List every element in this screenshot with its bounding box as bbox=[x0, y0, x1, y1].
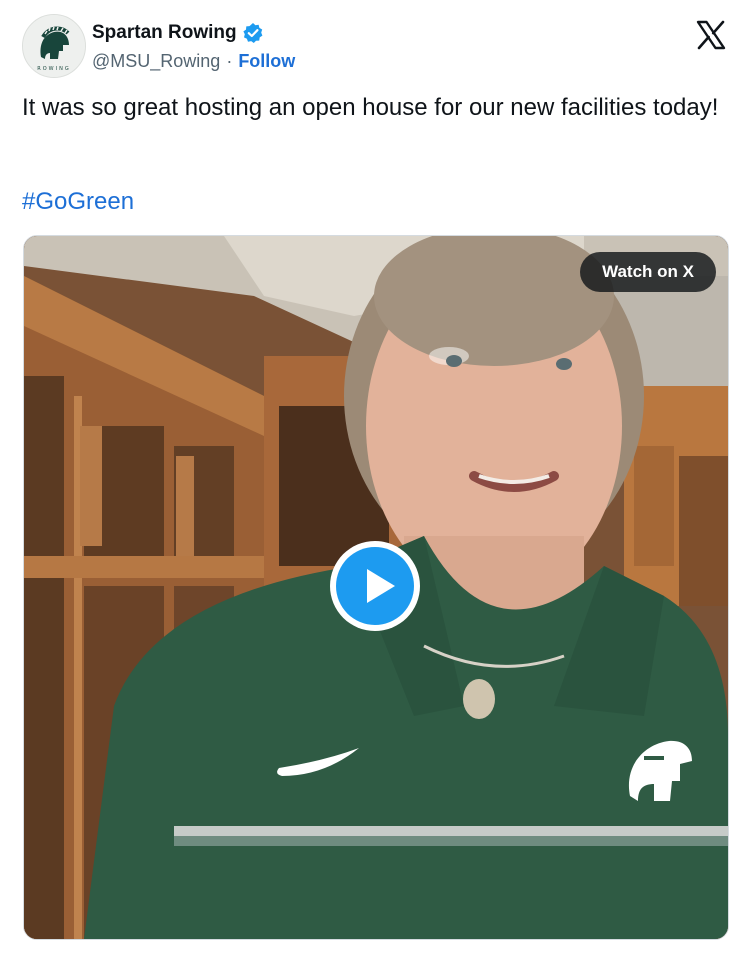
display-name[interactable]: Spartan Rowing bbox=[92, 22, 237, 44]
follow-button[interactable]: Follow bbox=[238, 51, 295, 72]
account-names: Spartan Rowing @MSU_Rowing · Follow bbox=[92, 20, 295, 74]
post-header: ROWING Spartan Rowing @MSU_Rowing · Foll… bbox=[22, 14, 728, 78]
embedded-post: ROWING Spartan Rowing @MSU_Rowing · Foll… bbox=[0, 0, 750, 960]
svg-text:ROWING: ROWING bbox=[37, 66, 70, 72]
x-logo-icon[interactable] bbox=[696, 20, 726, 50]
video-player[interactable]: Watch on X bbox=[23, 235, 729, 940]
separator-dot: · bbox=[226, 50, 233, 71]
account-handle[interactable]: @MSU_Rowing bbox=[92, 51, 220, 72]
play-icon bbox=[367, 569, 395, 603]
spartan-helmet-icon: ROWING bbox=[23, 15, 85, 77]
display-name-row: Spartan Rowing bbox=[92, 20, 295, 46]
watch-on-x-button[interactable]: Watch on X bbox=[580, 252, 716, 292]
play-button[interactable] bbox=[330, 541, 420, 631]
play-button-fill bbox=[336, 547, 414, 625]
hashtag-link[interactable]: #GoGreen bbox=[22, 186, 134, 218]
post-text: It was so great hosting an open house fo… bbox=[22, 94, 719, 121]
avatar[interactable]: ROWING bbox=[22, 14, 86, 78]
handle-row: @MSU_Rowing · Follow bbox=[92, 48, 295, 74]
verified-badge-icon bbox=[242, 22, 264, 44]
